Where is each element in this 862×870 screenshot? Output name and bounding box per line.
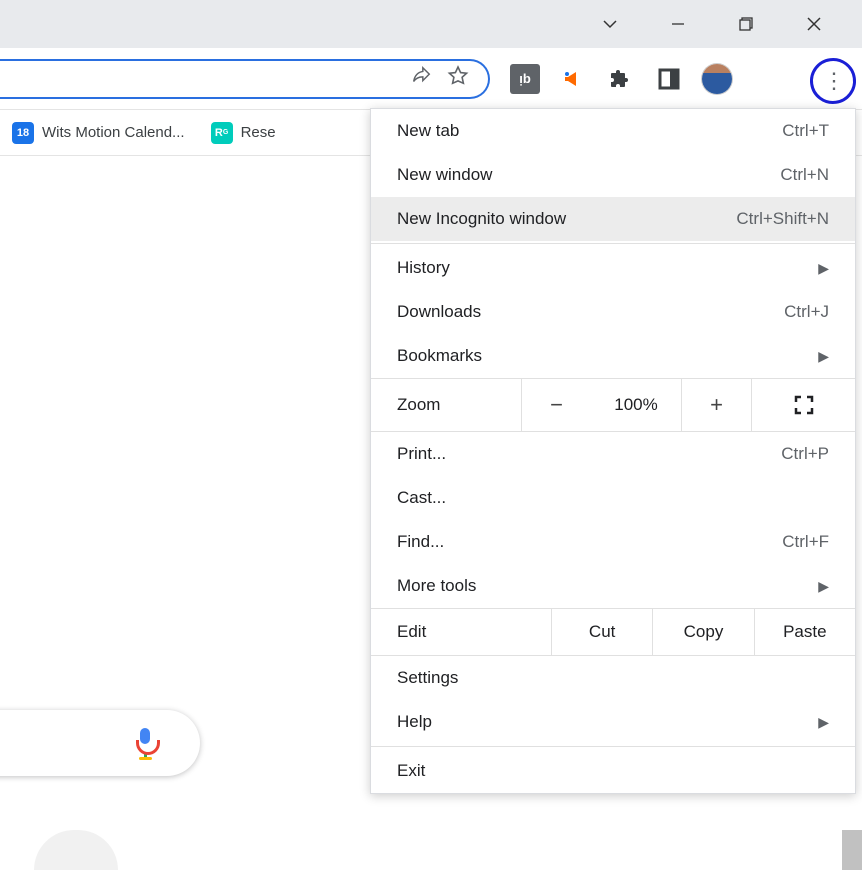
copy-button[interactable]: Copy (652, 609, 753, 655)
menu-separator (371, 746, 855, 747)
paste-button[interactable]: Paste (754, 609, 855, 655)
menu-item-more-tools[interactable]: More tools ▶ (371, 564, 855, 608)
voice-search-icon[interactable] (134, 728, 156, 758)
menu-label: History (397, 258, 818, 278)
researchgate-icon: RG (211, 122, 233, 144)
submenu-arrow-icon: ▶ (818, 260, 829, 277)
submenu-arrow-icon: ▶ (818, 714, 829, 731)
bookmark-star-icon[interactable] (446, 64, 470, 93)
minimize-button[interactable] (658, 4, 698, 44)
bookmark-label: Wits Motion Calend... (42, 124, 185, 141)
fullscreen-button[interactable] (751, 379, 855, 431)
menu-item-history[interactable]: History ▶ (371, 246, 855, 290)
extensions-puzzle-icon[interactable] (606, 64, 636, 94)
bookmark-label: Rese (241, 124, 276, 141)
side-panel-icon[interactable] (654, 64, 684, 94)
menu-label: Print... (397, 444, 781, 464)
menu-shortcut: Ctrl+F (782, 532, 829, 552)
profile-avatar[interactable] (702, 64, 732, 94)
address-bar[interactable] (0, 59, 490, 99)
menu-item-downloads[interactable]: Downloads Ctrl+J (371, 290, 855, 334)
calendar-icon: 18 (12, 122, 34, 144)
tabs-dropdown-icon[interactable] (590, 4, 630, 44)
scrollbar-thumb[interactable] (842, 830, 862, 870)
browser-toolbar: ᴉb (0, 48, 862, 110)
bookmark-item-researchgate[interactable]: RG Rese (203, 118, 284, 148)
zoom-label: Zoom (371, 395, 521, 415)
menu-shortcut: Ctrl+N (780, 165, 829, 185)
menu-item-cast[interactable]: Cast... (371, 476, 855, 520)
menu-label: Settings (397, 668, 829, 688)
extension-megaphone-icon[interactable] (558, 64, 588, 94)
toolbar-extensions: ᴉb (510, 64, 732, 94)
menu-edit-row: Edit Cut Copy Paste (371, 608, 855, 656)
cut-button[interactable]: Cut (551, 609, 652, 655)
menu-item-exit[interactable]: Exit (371, 749, 855, 793)
extension-tubebuddy-icon[interactable]: ᴉb (510, 64, 540, 94)
share-icon[interactable] (410, 65, 432, 92)
menu-zoom-row: Zoom − 100% + (371, 378, 855, 432)
menu-label: New tab (397, 121, 782, 141)
menu-item-help[interactable]: Help ▶ (371, 700, 855, 744)
menu-label: New Incognito window (397, 209, 736, 229)
menu-item-new-tab[interactable]: New tab Ctrl+T (371, 109, 855, 153)
menu-item-settings[interactable]: Settings (371, 656, 855, 700)
menu-shortcut: Ctrl+J (784, 302, 829, 322)
more-vertical-icon: ⋮ (823, 68, 843, 94)
zoom-out-button[interactable]: − (521, 379, 591, 431)
chrome-main-menu: New tab Ctrl+T New window Ctrl+N New Inc… (370, 108, 856, 794)
menu-shortcut: Ctrl+Shift+N (736, 209, 829, 229)
menu-item-new-window[interactable]: New window Ctrl+N (371, 153, 855, 197)
menu-item-incognito[interactable]: New Incognito window Ctrl+Shift+N (371, 197, 855, 241)
edit-label: Edit (371, 622, 551, 642)
menu-label: Find... (397, 532, 782, 552)
window-titlebar (0, 0, 862, 48)
google-search-pill[interactable] (0, 710, 200, 776)
submenu-arrow-icon: ▶ (818, 348, 829, 365)
menu-label: Cast... (397, 488, 829, 508)
menu-shortcut: Ctrl+P (781, 444, 829, 464)
bookmark-item-calendar[interactable]: 18 Wits Motion Calend... (4, 118, 193, 148)
menu-shortcut: Ctrl+T (782, 121, 829, 141)
menu-separator (371, 243, 855, 244)
menu-label: More tools (397, 576, 818, 596)
menu-label: Bookmarks (397, 346, 818, 366)
menu-item-print[interactable]: Print... Ctrl+P (371, 432, 855, 476)
menu-label: Exit (397, 761, 829, 781)
zoom-value: 100% (591, 379, 681, 431)
submenu-arrow-icon: ▶ (818, 578, 829, 595)
menu-item-bookmarks[interactable]: Bookmarks ▶ (371, 334, 855, 378)
menu-item-find[interactable]: Find... Ctrl+F (371, 520, 855, 564)
menu-label: Downloads (397, 302, 784, 322)
zoom-in-button[interactable]: + (681, 379, 751, 431)
maximize-button[interactable] (726, 4, 766, 44)
menu-label: Help (397, 712, 818, 732)
close-button[interactable] (794, 4, 834, 44)
menu-label: New window (397, 165, 780, 185)
partial-circle (34, 830, 118, 870)
